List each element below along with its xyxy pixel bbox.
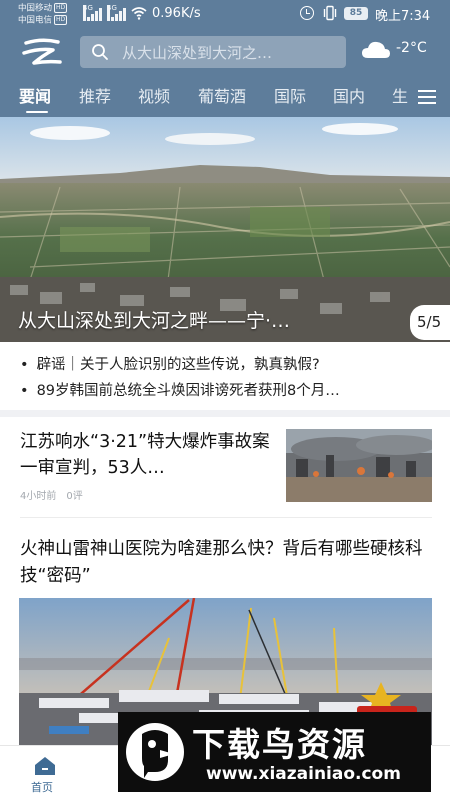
alarm-icon	[300, 6, 314, 20]
section-divider	[0, 410, 450, 417]
news-title[interactable]: 火神山雷神山医院为啥建那么快？背后有哪些硬核科技“密码”	[20, 536, 432, 590]
headline-list: 辟谣｜关于人脸识别的这些传说，孰真孰假? 89岁韩国前总统全斗焕因诽谤死者获刑8…	[0, 342, 450, 410]
header-band: 中国移动 HD 中国电信 HD 4G 4G 0.96K/s 85 晚上7:34 …	[0, 0, 450, 117]
news-comments: 0评	[66, 491, 83, 502]
signal-icon-2: 4G	[107, 5, 126, 21]
watermark-title: 下载鸟资源	[192, 725, 367, 764]
headline-item[interactable]: 辟谣｜关于人脸识别的这些传说，孰真孰假?	[20, 353, 320, 374]
watermark: 下载鸟资源 www.xiazainiao.com	[118, 712, 431, 792]
news-thumbnail[interactable]	[286, 429, 432, 502]
battery-icon: 85	[344, 7, 368, 20]
net-speed: 0.96K/s	[152, 6, 201, 21]
search-icon	[92, 44, 108, 60]
explosion-scene-image	[286, 429, 432, 502]
search-placeholder: 从大山深处到大河之…	[122, 44, 273, 62]
tab-guoji[interactable]: 国际	[274, 84, 306, 110]
news-card[interactable]: 江苏响水“3·21”特大爆炸事故案一审宣判，53人… 4小时前 0评	[0, 417, 450, 517]
news-time: 4小时前	[20, 491, 57, 502]
app-root: 中国移动 HD 中国电信 HD 4G 4G 0.96K/s 85 晚上7:34 …	[0, 0, 450, 800]
home-tab-label[interactable]: 首页	[31, 779, 53, 795]
news-meta: 4小时前 0评	[20, 487, 83, 502]
hero-pager: 5/5	[410, 305, 450, 340]
signal-icon: 4G	[83, 5, 102, 21]
menu-icon[interactable]	[418, 90, 436, 104]
hero-caption[interactable]: 从大山深处到大河之畔——宁·…	[18, 306, 290, 333]
tab-guonei[interactable]: 国内	[333, 84, 365, 110]
home-icon[interactable]	[34, 756, 56, 776]
tab-sheng[interactable]: 生	[392, 84, 408, 110]
tab-putaojiu[interactable]: 葡萄酒	[198, 84, 246, 110]
status-bar: 中国移动 HD 中国电信 HD 4G 4G 0.96K/s 85 晚上7:34	[0, 0, 450, 30]
tab-yaowen[interactable]: 要闻	[19, 84, 51, 113]
clock: 晚上7:34	[375, 9, 431, 24]
channel-tabs: 要闻 推荐 视频 葡萄酒 国际 国内 生	[0, 84, 450, 113]
tab-shipin[interactable]: 视频	[138, 84, 170, 110]
wifi-icon	[131, 7, 147, 20]
hero-banner[interactable]: 从大山深处到大河之畔——宁·… 5/5	[0, 117, 450, 342]
search-input[interactable]: 从大山深处到大河之…	[80, 36, 346, 68]
watermark-url: www.xiazainiao.com	[206, 764, 401, 784]
carrier-1: 中国移动 HD	[18, 3, 68, 14]
carrier-2: 中国电信 HD	[18, 15, 68, 26]
headline-item[interactable]: 89岁韩国前总统全斗焕因诽谤死者获刑8个月…	[20, 379, 340, 400]
watermark-logo-icon	[126, 723, 184, 781]
temperature[interactable]: -2°C	[396, 40, 427, 56]
tab-tuijian[interactable]: 推荐	[79, 84, 111, 110]
app-logo-icon[interactable]	[20, 36, 64, 70]
cloud-icon[interactable]	[360, 38, 392, 62]
vibrate-icon	[323, 5, 337, 21]
news-title[interactable]: 江苏响水“3·21”特大爆炸事故案一审宣判，53人…	[20, 429, 272, 481]
